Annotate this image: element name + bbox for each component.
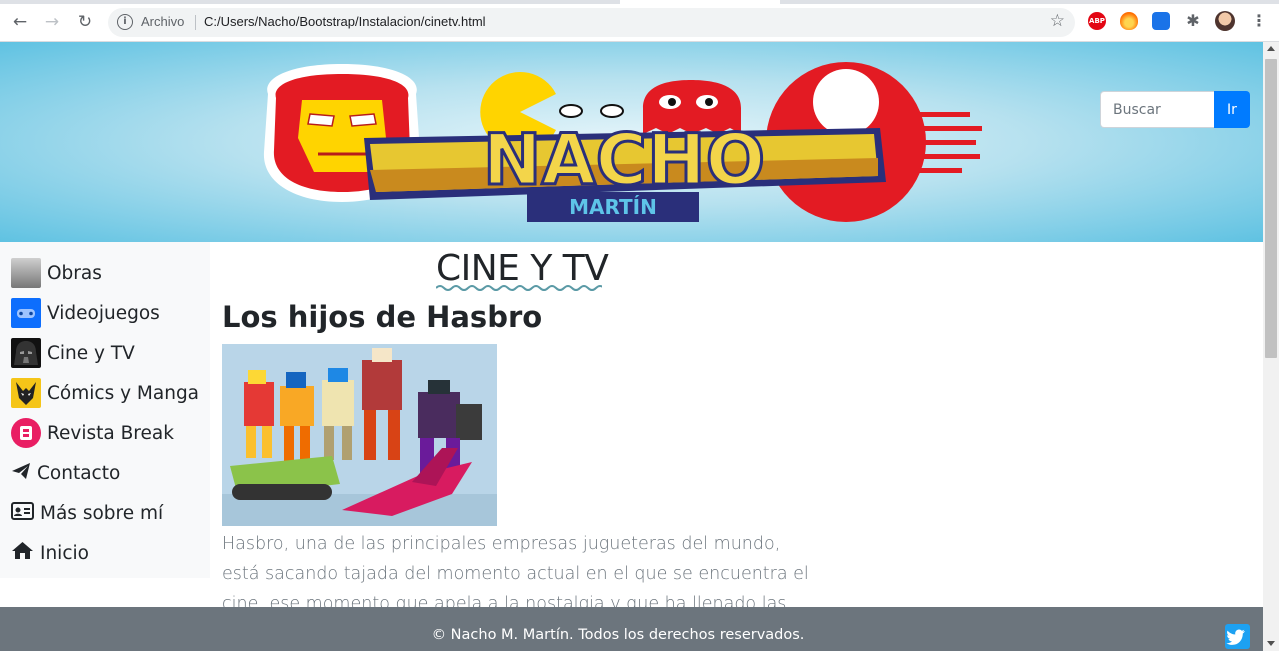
copyright-text: © Nacho M. Martín. Todos los derechos re…	[431, 627, 805, 643]
logo-subtitle: MARTÍN	[569, 195, 657, 219]
sidebar-item-videojuegos[interactable]: Videojuegos	[0, 293, 210, 333]
article-title[interactable]: Los hijos de Hasbro	[222, 300, 542, 334]
scroll-down-arrow-icon[interactable]	[1267, 641, 1275, 646]
sidebar-item-obras[interactable]: Obras	[0, 253, 210, 293]
paper-plane-icon	[11, 461, 33, 486]
sidebar-item-inicio[interactable]: Inicio	[0, 533, 210, 573]
sidebar-item-cine-tv[interactable]: Cine y TV	[0, 333, 210, 373]
bookmark-star-icon[interactable]: ☆	[1050, 11, 1065, 31]
tab-strip	[0, 0, 1279, 4]
page-scrollbar[interactable]	[1263, 42, 1279, 651]
sidebar-item-contacto[interactable]: Contacto	[0, 453, 210, 493]
sidebar-item-label: Inicio	[40, 542, 89, 564]
home-icon	[11, 541, 36, 565]
twitter-icon[interactable]	[1225, 624, 1250, 649]
logo-title: NACHO	[483, 119, 765, 201]
profile-avatar[interactable]	[1215, 11, 1235, 31]
scheme-label: Archivo	[141, 14, 185, 29]
sidebar-item-label: Más sobre mí	[40, 502, 164, 524]
site-logo[interactable]: NACHO MARTÍN	[0, 42, 1263, 242]
search-button[interactable]: Ir	[1214, 91, 1250, 128]
fire-icon[interactable]	[1120, 12, 1138, 30]
obras-thumbnail	[11, 258, 41, 288]
pellet-icon	[559, 104, 583, 118]
sidebar-item-label: Obras	[47, 262, 102, 284]
sidebar-item-label: Cómics y Manga	[47, 382, 200, 404]
menu-icon[interactable]: ⋮	[1250, 12, 1268, 30]
header-banner: NACHO MARTÍN Ir	[0, 42, 1263, 242]
active-tab[interactable]	[620, 0, 780, 4]
sidebar-item-comics[interactable]: Cómics y Manga	[0, 373, 210, 413]
forward-icon[interactable]: →	[41, 11, 63, 33]
gamepad-thumbnail	[11, 298, 41, 328]
address-bar[interactable]: i Archivo C:/Users/Nacho/Bootstrap/Insta…	[108, 8, 1075, 37]
browser-toolbar: ← → ↻ i Archivo C:/Users/Nacho/Bootstrap…	[0, 0, 1279, 42]
article-image[interactable]	[222, 344, 497, 526]
sidebar-item-label: Videojuegos	[47, 302, 160, 324]
wolverine-thumbnail	[11, 378, 41, 408]
sidebar-nav: Obras Videojuegos Cine y TV Cómics y Man…	[0, 242, 210, 578]
page-title: CINE Y TV	[436, 248, 609, 289]
reload-icon[interactable]: ↻	[74, 11, 96, 33]
id-card-icon	[11, 501, 36, 525]
pellet-icon	[600, 104, 624, 118]
break-logo-thumbnail	[11, 418, 41, 448]
monitor-icon[interactable]	[1152, 12, 1170, 30]
info-icon[interactable]: i	[117, 14, 133, 30]
scrollbar-thumb[interactable]	[1265, 59, 1277, 358]
sidebar-item-label: Cine y TV	[47, 342, 135, 364]
search-form: Ir	[1100, 91, 1250, 128]
puzzle-icon[interactable]: ✱	[1184, 12, 1202, 30]
scroll-up-arrow-icon[interactable]	[1267, 46, 1275, 51]
site-footer: © Nacho M. Martín. Todos los derechos re…	[0, 607, 1263, 651]
sidebar-item-label: Contacto	[37, 462, 121, 484]
darth-vader-thumbnail	[11, 338, 41, 368]
spellcheck-underline	[436, 285, 602, 291]
search-input[interactable]	[1100, 91, 1214, 128]
address-separator	[195, 15, 196, 30]
sidebar-item-mas-sobre-mi[interactable]: Más sobre mí	[0, 493, 210, 533]
url-text[interactable]: C:/Users/Nacho/Bootstrap/Instalacion/cin…	[204, 14, 486, 29]
abp-icon[interactable]: ABP	[1088, 12, 1106, 30]
sidebar-item-revista-break[interactable]: Revista Break	[0, 413, 210, 453]
sidebar-item-label: Revista Break	[47, 422, 174, 444]
back-icon[interactable]: ←	[9, 11, 31, 33]
